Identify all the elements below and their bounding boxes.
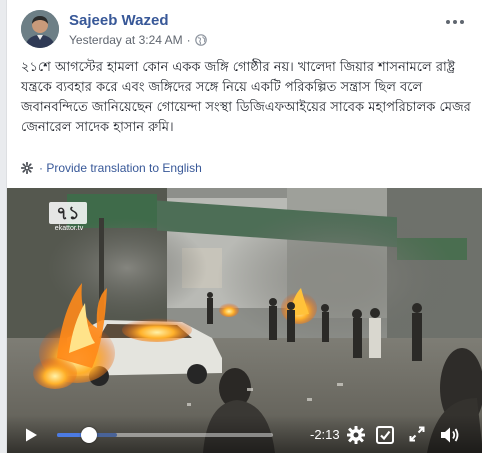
- more-options-icon[interactable]: [443, 14, 467, 30]
- video-player[interactable]: ৭১ ekattor.tv -2:13: [7, 188, 482, 453]
- post-timestamp[interactable]: Yesterday at 3:24 AM: [69, 33, 183, 47]
- channel-logo: ৭১ ekattor.tv: [49, 202, 89, 232]
- expand-icon[interactable]: [409, 426, 425, 442]
- post-header: Sajeeb Wazed Yesterday at 3:24 AM ·: [21, 10, 471, 54]
- avatar[interactable]: [21, 10, 59, 48]
- meta-separator: ·: [186, 33, 191, 47]
- settings-small-icon: [21, 162, 33, 174]
- play-icon[interactable]: [23, 427, 39, 443]
- avatar-photo: [21, 10, 59, 48]
- progress-scrubber-handle[interactable]: [81, 427, 98, 443]
- remaining-time: -2:13: [310, 427, 340, 442]
- author-name[interactable]: Sajeeb Wazed: [69, 12, 168, 29]
- volume-icon[interactable]: [439, 425, 461, 445]
- post-meta: Yesterday at 3:24 AM ·: [69, 33, 207, 47]
- translate-link[interactable]: · Provide translation to English: [21, 161, 202, 175]
- video-progress-bar[interactable]: [57, 427, 273, 443]
- gear-icon[interactable]: [346, 425, 366, 445]
- channel-logo-site: ekattor.tv: [54, 225, 84, 232]
- channel-logo-mark: ৭১: [49, 202, 87, 224]
- video-controls: -2:13: [7, 415, 482, 453]
- hd-icon[interactable]: [376, 426, 394, 444]
- globe-icon[interactable]: [194, 34, 207, 46]
- post-text: ২১শে আগস্টের হামলা কোন একক জঙ্গি গোষ্ঠীর…: [21, 60, 471, 135]
- facebook-post: Sajeeb Wazed Yesterday at 3:24 AM · ২১শে…: [6, 0, 482, 453]
- translate-label: · Provide translation to English: [39, 161, 202, 175]
